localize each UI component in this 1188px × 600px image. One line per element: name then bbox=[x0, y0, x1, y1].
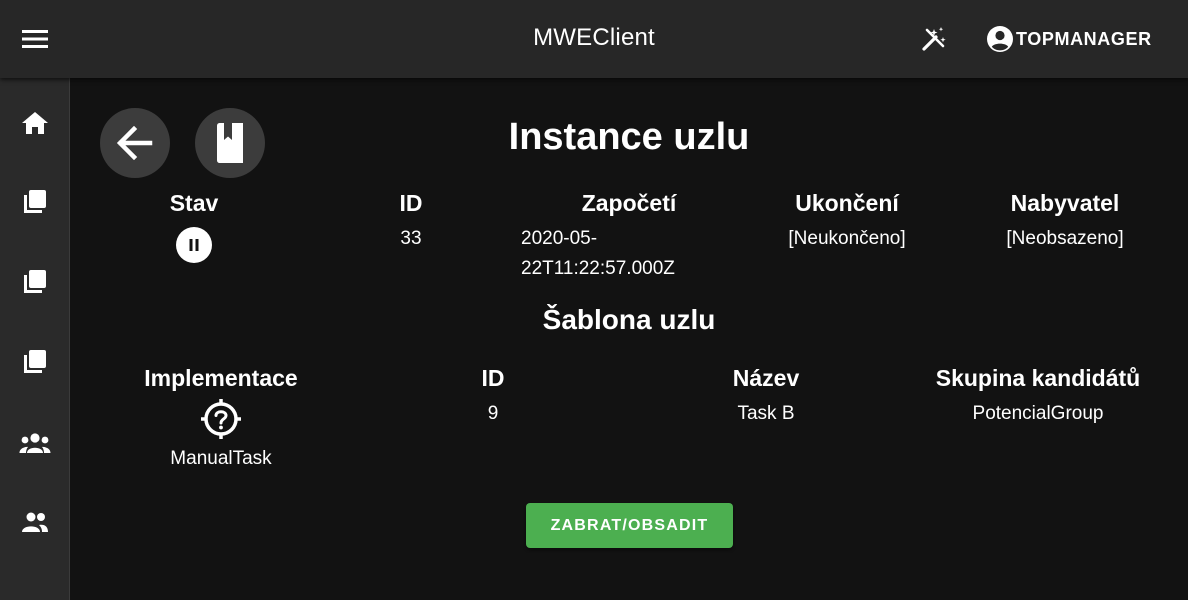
end-header: Ukončení bbox=[795, 190, 899, 216]
start-header: Započetí bbox=[581, 190, 677, 216]
assignee-value: [Neobsazeno] bbox=[1006, 228, 1124, 249]
main-content: Instance uzlu Stav ID Započetí Ukončení … bbox=[70, 78, 1188, 600]
sidebar-item-groups[interactable] bbox=[12, 420, 58, 466]
implementation-value: ManualTask bbox=[170, 448, 272, 469]
home-icon bbox=[22, 112, 48, 134]
template-id-header: ID bbox=[481, 365, 505, 391]
state-header: Stav bbox=[169, 190, 219, 216]
assignee-header: Nabyvatel bbox=[1010, 190, 1120, 216]
sidebar-item-library-3[interactable] bbox=[12, 339, 58, 385]
candidate-group-header: Skupina kandidátů bbox=[935, 365, 1141, 391]
name-header: Název bbox=[732, 365, 800, 391]
template-name-value: Task B bbox=[737, 403, 795, 424]
start-date-value-line1: 2020-05- bbox=[521, 228, 598, 249]
sidebar-item-people[interactable] bbox=[12, 499, 58, 545]
claim-button[interactable]: ZABRAT/OBSADIT bbox=[526, 503, 733, 548]
sidebar bbox=[0, 78, 70, 600]
library-books-icon bbox=[24, 190, 46, 213]
library-books-icon bbox=[24, 350, 46, 373]
implementation-header: Implementace bbox=[144, 365, 298, 391]
account-circle-icon bbox=[987, 26, 1013, 52]
candidate-group-value: PotencialGroup bbox=[972, 403, 1104, 424]
theme-toggle-button[interactable] bbox=[912, 18, 956, 60]
library-books-icon bbox=[24, 270, 46, 293]
groups-icon bbox=[19, 433, 51, 453]
app-bar: MWEClient TOPMANAGER bbox=[0, 0, 1188, 78]
template-id-value: 9 bbox=[487, 403, 499, 424]
page-title: Instance uzlu bbox=[508, 116, 750, 158]
sidebar-item-library-2[interactable] bbox=[12, 259, 58, 305]
theme-toggle-icon bbox=[922, 27, 946, 51]
sidebar-item-home[interactable] bbox=[12, 100, 58, 146]
sidebar-item-library-1[interactable] bbox=[12, 179, 58, 225]
template-section-title: Šablona uzlu bbox=[542, 304, 716, 335]
pause-icon bbox=[176, 227, 212, 263]
end-value: [Neukončeno] bbox=[788, 228, 906, 249]
help-target-icon bbox=[201, 399, 241, 439]
menu-icon bbox=[22, 30, 48, 48]
people-icon bbox=[22, 512, 48, 532]
menu-button[interactable] bbox=[14, 18, 56, 60]
user-menu-button[interactable]: TOPMANAGER bbox=[980, 18, 1158, 60]
user-name: TOPMANAGER bbox=[1016, 28, 1152, 49]
start-date-value-line2: 22T11:22:57.000Z bbox=[521, 258, 675, 279]
id-header: ID bbox=[399, 190, 423, 216]
pause-glyph bbox=[189, 239, 199, 251]
instance-id-value: 33 bbox=[400, 228, 422, 249]
